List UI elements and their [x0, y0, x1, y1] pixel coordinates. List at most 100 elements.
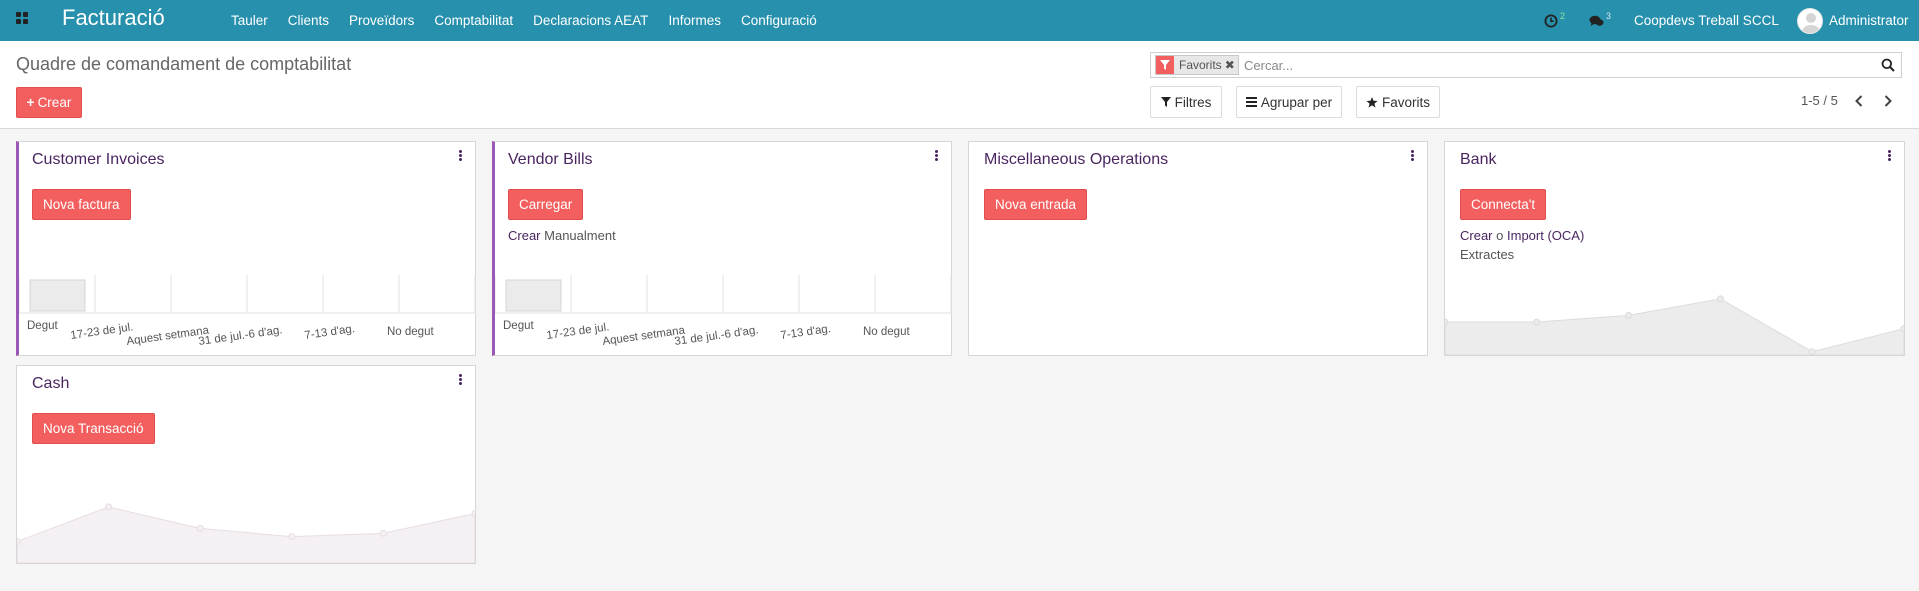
menu-item-comptabilitat[interactable]: Comptabilitat [424, 0, 523, 41]
group-by-button-label: Agrupar per [1260, 94, 1333, 110]
tick-label: 31 de jul.-6 d'ag. [674, 324, 760, 348]
tick-label: 7-13 d'ag. [304, 323, 356, 342]
search-input[interactable] [1244, 55, 1844, 75]
top-navbar: Facturació Tauler Clients Proveïdors Com… [0, 0, 1919, 41]
pager-next-button[interactable] [1881, 93, 1895, 109]
kebab-menu-icon[interactable] [457, 150, 463, 164]
tick-label: 7-13 d'ag. [780, 323, 832, 342]
avatar [1797, 7, 1823, 34]
favorites-button[interactable]: Favorits [1356, 86, 1440, 118]
create-button-label: Crear [37, 95, 72, 110]
manual-label: Manualment [544, 228, 616, 243]
tick-label: 31 de jul.-6 d'ag. [198, 324, 284, 348]
sample-bar-graph: Degut 17-23 de jul. Aquest setmana 31 de… [495, 275, 952, 348]
page-title: Quadre de comandament de comptabilitat [16, 54, 352, 74]
activity-clock-icon[interactable] [1544, 14, 1558, 28]
create-link[interactable]: Crear [1460, 228, 1493, 243]
chat-bubbles-icon[interactable] [1589, 14, 1604, 28]
or-label: o [1496, 228, 1504, 243]
tick-label: 17-23 de jul. [70, 321, 134, 342]
activity-counter: 2 [1560, 10, 1566, 21]
pager-previous-button[interactable] [1852, 93, 1866, 109]
chart-point [1900, 325, 1904, 333]
menu-item-proveidors[interactable]: Proveïdors [339, 0, 424, 41]
chart-area [17, 506, 475, 563]
tick-label: Degut [27, 320, 58, 332]
journal-title[interactable]: Customer Invoices [32, 151, 165, 169]
import-oca-link[interactable]: Import (OCA) [1507, 228, 1584, 243]
kebab-menu-icon[interactable] [933, 150, 939, 164]
card-links: Crear Manualment [508, 226, 616, 245]
sample-bar-graph: Degut 17-23 de jul. Aquest setmana 31 de… [19, 275, 476, 348]
user-menu[interactable]: Administrator [1797, 7, 1909, 34]
journal-title[interactable]: Cash [32, 375, 69, 393]
tick-label: No degut [387, 326, 434, 338]
filter-icon [1156, 56, 1174, 74]
group-by-button[interactable]: Agrupar per [1236, 86, 1342, 118]
journal-card-customer-invoices: Customer Invoices Nova factura Degut 17-… [16, 141, 476, 356]
activity-menu[interactable]: 2 [1544, 0, 1565, 41]
filters-button-label: Filtres [1174, 94, 1212, 110]
messaging-menu[interactable]: 3 [1589, 0, 1611, 41]
upload-button[interactable]: Carregar [508, 189, 584, 220]
chart-point [196, 524, 204, 532]
menu-item-tauler[interactable]: Tauler [221, 0, 278, 41]
app-title: Facturació [62, 5, 165, 30]
statements-label: Extractes [1460, 247, 1515, 262]
create-manually-link[interactable]: Crear [508, 228, 541, 243]
kebab-menu-icon[interactable] [1409, 150, 1415, 164]
journal-card-bank: Bank Connecta't Crear o Import (OCA) Ext… [1444, 141, 1905, 356]
new-invoice-button[interactable]: Nova factura [32, 189, 131, 220]
sample-area-graph [1445, 295, 1904, 355]
company-switcher[interactable]: Coopdevs Treball SCCL [1634, 13, 1779, 28]
journal-title[interactable]: Miscellaneous Operations [984, 151, 1168, 169]
chevron-right-icon [1884, 95, 1892, 107]
tick-label: No degut [863, 326, 910, 338]
create-button[interactable]: + Crear [16, 87, 82, 118]
chevron-left-icon [1855, 95, 1863, 107]
journal-title[interactable]: Bank [1460, 151, 1496, 169]
sample-area-graph [17, 503, 475, 563]
apps-menu-icon[interactable] [16, 12, 30, 26]
new-transaction-button[interactable]: Nova Transacció [32, 413, 155, 444]
chart-point [1445, 318, 1449, 326]
chart-point [1716, 295, 1724, 303]
close-icon[interactable]: ✖ [1225, 56, 1238, 74]
favorites-button-label: Favorits [1381, 94, 1430, 110]
star-icon [1366, 96, 1378, 108]
chart-area [1445, 298, 1904, 355]
search-bar: Favorits ✖ [1150, 52, 1902, 78]
search-facet-favorites[interactable]: Favorits ✖ [1155, 55, 1239, 75]
chart-point [17, 538, 21, 546]
tick-label: 17-23 de jul. [546, 321, 610, 342]
tick-label: Degut [503, 320, 534, 332]
control-panel: Quadre de comandament de comptabilitat +… [0, 41, 1919, 129]
journal-card-cash: Cash Nova Transacció [16, 365, 476, 564]
main-menu: Tauler Clients Proveïdors Comptabilitat … [221, 0, 827, 41]
search-facet-label: Favorits [1179, 58, 1222, 72]
journal-card-vendor-bills: Vendor Bills Carregar Crear Manualment D… [492, 141, 952, 356]
user-name: Administrator [1829, 13, 1909, 28]
messages-counter: 3 [1606, 10, 1612, 21]
kebab-menu-icon[interactable] [457, 374, 463, 388]
chart-point [1625, 311, 1633, 319]
pager-value[interactable]: 1-5 / 5 [1801, 93, 1838, 108]
chart-point [105, 503, 113, 511]
menu-item-configuracio[interactable]: Configuració [731, 0, 827, 41]
kebab-menu-icon[interactable] [1886, 150, 1892, 164]
chart-point [379, 529, 387, 537]
chart-bar [29, 279, 86, 312]
bars-icon [1245, 97, 1257, 107]
search-icon[interactable] [1881, 58, 1895, 72]
connect-button[interactable]: Connecta't [1460, 189, 1547, 220]
chart-bar [505, 279, 562, 312]
journal-title[interactable]: Vendor Bills [508, 151, 593, 169]
new-entry-button[interactable]: Nova entrada [984, 189, 1088, 220]
filters-button[interactable]: Filtres [1150, 86, 1222, 118]
chart-point [288, 533, 296, 541]
chart-point [471, 510, 475, 517]
menu-item-informes[interactable]: Informes [658, 0, 731, 41]
card-links: Crear o Import (OCA) Extractes [1460, 226, 1584, 264]
menu-item-clients[interactable]: Clients [278, 0, 339, 41]
menu-item-declaracions-aeat[interactable]: Declaracions AEAT [523, 0, 658, 41]
